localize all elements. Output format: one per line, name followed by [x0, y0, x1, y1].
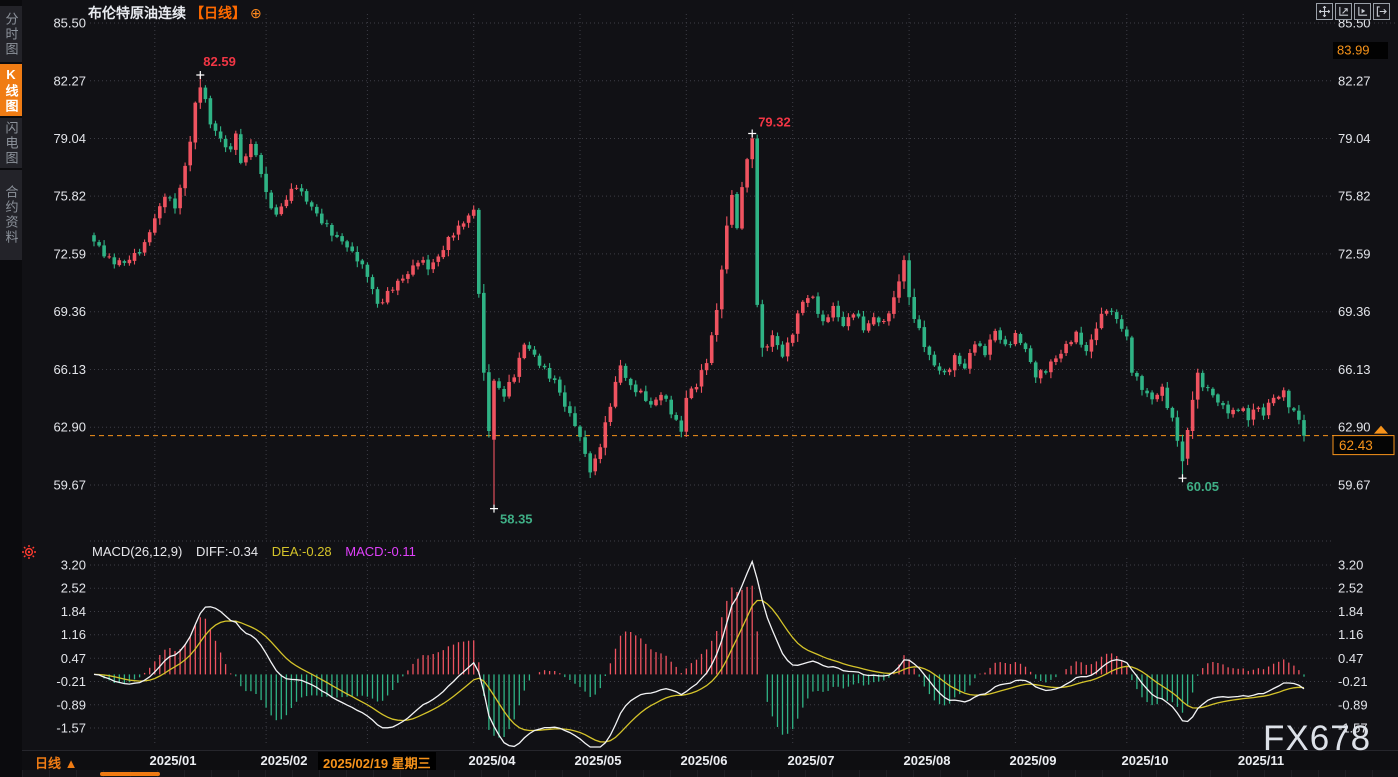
sidebar-item-label: 分时图 [2, 12, 21, 57]
x-axis-label: 2025/09 [1010, 753, 1057, 768]
chart-scrollbar-track[interactable] [22, 770, 1398, 777]
svg-text:66.13: 66.13 [53, 362, 86, 377]
svg-text:66.13: 66.13 [1338, 362, 1371, 377]
high-price-tag: 83.99 [1337, 43, 1370, 58]
chevron-up-icon: ▲ [65, 756, 78, 771]
svg-text:-1.57: -1.57 [1338, 721, 1368, 736]
sidebar-item-label: 合约资料 [2, 185, 21, 245]
svg-text:75.82: 75.82 [1338, 189, 1371, 204]
svg-text:-0.89: -0.89 [56, 697, 86, 712]
period-tag: 【日线】 [190, 3, 246, 23]
svg-text:82.27: 82.27 [1338, 73, 1371, 88]
svg-text:3.20: 3.20 [61, 558, 86, 573]
svg-text:0.47: 0.47 [61, 651, 86, 666]
x-axis-label: 2025/07 [788, 753, 835, 768]
chart-window: 85.5085.5082.2782.2779.0479.0475.8275.82… [0, 0, 1398, 777]
svg-text:75.82: 75.82 [53, 189, 86, 204]
exit-fullscreen-icon[interactable] [1373, 3, 1390, 20]
x-axis-label: 2025/05 [575, 753, 622, 768]
sidebar: 分时图 K线图 闪电图 合约资料 [0, 0, 22, 777]
sidebar-item-label: 闪电图 [2, 121, 21, 166]
sidebar-item-timechart[interactable]: 分时图 [0, 6, 22, 62]
x-axis-label: 2025/06 [681, 753, 728, 768]
extreme-price-label: 79.32 [758, 115, 791, 130]
svg-text:59.67: 59.67 [53, 478, 86, 493]
svg-text:69.36: 69.36 [53, 304, 86, 319]
svg-text:85.50: 85.50 [53, 16, 86, 31]
candles-layer [92, 75, 1306, 509]
x-axis-label: 2025/10 [1122, 753, 1169, 768]
extreme-price-label: 82.59 [203, 54, 236, 69]
svg-text:69.36: 69.36 [1338, 304, 1371, 319]
x-axis-label: 2025/04 [469, 753, 516, 768]
svg-text:2.52: 2.52 [61, 581, 86, 596]
x-axis-label: 2025/11 [1238, 753, 1284, 768]
price-annotations: 82.59 79.32 58.35 60.05 [196, 54, 1219, 527]
svg-text:1.84: 1.84 [61, 604, 86, 619]
chart-title-bar: 布伦特原油连续 【日线】 ⊕ [88, 3, 262, 23]
chart-scrollbar-thumb[interactable] [100, 772, 160, 776]
svg-text:3.20: 3.20 [1338, 558, 1363, 573]
macd-bar-value: MACD:-0.11 [345, 544, 416, 559]
svg-text:1.16: 1.16 [61, 627, 86, 642]
x-axis-label: 2025/08 [904, 753, 951, 768]
last-price-tag: 62.43 [1339, 438, 1373, 453]
macd-dea-value: DEA:-0.28 [272, 544, 332, 559]
x-axis-label: 2025/01 [150, 753, 197, 768]
macd-indicator-label: MACD(26,12,9) DIFF:-0.34 DEA:-0.28 MACD:… [92, 544, 416, 559]
instrument-title: 布伦特原油连续 [88, 3, 186, 23]
extreme-cross-marker [490, 505, 498, 513]
svg-text:2.52: 2.52 [1338, 581, 1363, 596]
svg-text:1.16: 1.16 [1338, 627, 1363, 642]
svg-text:-0.21: -0.21 [56, 674, 86, 689]
svg-text:-0.21: -0.21 [1338, 674, 1368, 689]
axis-play-icon[interactable] [1354, 3, 1371, 20]
macd-diff-value: DIFF:-0.34 [196, 544, 258, 559]
extreme-cross-marker [748, 130, 756, 138]
diff-line [94, 562, 1304, 747]
x-axis-label: 2025/02 [261, 753, 308, 768]
svg-text:79.04: 79.04 [1338, 131, 1371, 146]
pan-crosshair-icon[interactable] [1316, 3, 1333, 20]
macd-params: MACD(26,12,9) [92, 544, 182, 559]
extreme-price-label: 58.35 [500, 512, 533, 527]
link-compare-icon[interactable]: ⊕ [250, 6, 262, 20]
extreme-cross-marker [196, 71, 204, 79]
extreme-price-label: 60.05 [1187, 479, 1220, 494]
svg-text:82.27: 82.27 [53, 73, 86, 88]
dea-line [94, 601, 1304, 743]
price-up-arrow-icon [1374, 426, 1388, 434]
svg-text:72.59: 72.59 [1338, 246, 1371, 261]
sidebar-item-contract-info[interactable]: 合约资料 [0, 170, 22, 260]
axis-scale-up-icon[interactable] [1335, 3, 1352, 20]
sidebar-item-kline[interactable]: K线图 [0, 64, 22, 116]
grid-layer [90, 14, 1396, 746]
svg-text:0.47: 0.47 [1338, 651, 1363, 666]
svg-text:62.90: 62.90 [53, 420, 86, 435]
indicator-settings-icon[interactable] [21, 544, 37, 565]
svg-text:-0.89: -0.89 [1338, 697, 1368, 712]
svg-text:59.67: 59.67 [1338, 478, 1371, 493]
sidebar-item-flashchart[interactable]: 闪电图 [0, 118, 22, 168]
period-label: 日线 [35, 756, 61, 771]
extreme-cross-marker [1179, 474, 1187, 482]
svg-text:1.84: 1.84 [1338, 604, 1363, 619]
svg-text:79.04: 79.04 [53, 131, 86, 146]
chart-toolbar [1316, 3, 1390, 20]
price-macd-chart[interactable]: 85.5085.5082.2782.2779.0479.0475.8275.82… [0, 0, 1398, 750]
sidebar-item-label: K线图 [2, 67, 21, 114]
x-axis-bar: 日线 ▲ 2025/02/19 星期三 2025/012025/022025/0… [22, 750, 1398, 771]
svg-text:72.59: 72.59 [53, 246, 86, 261]
svg-text:62.90: 62.90 [1338, 420, 1371, 435]
svg-text:-1.57: -1.57 [56, 721, 86, 736]
